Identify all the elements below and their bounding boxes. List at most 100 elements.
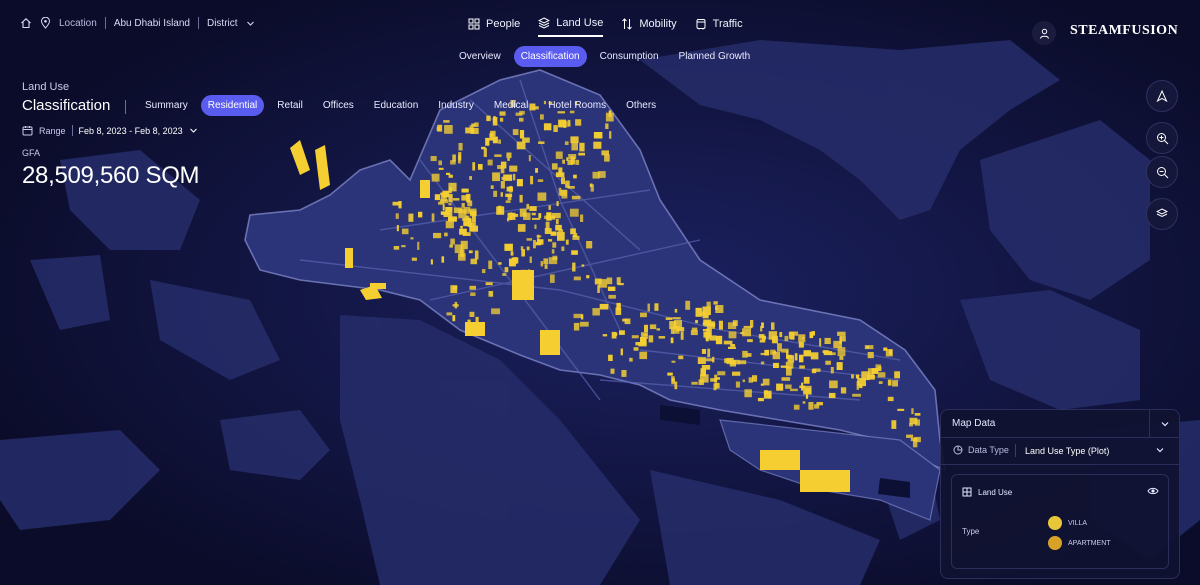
plot [474, 250, 479, 260]
home-icon[interactable] [20, 17, 32, 29]
nav-traffic[interactable]: Traffic [695, 17, 743, 37]
plot [573, 276, 581, 281]
nav-mobility[interactable]: Mobility [621, 17, 677, 37]
plot [488, 260, 493, 269]
plot [469, 285, 476, 290]
plot [730, 344, 736, 347]
chevron-down-icon[interactable] [246, 19, 255, 28]
plot [551, 249, 555, 254]
plot [760, 361, 765, 365]
chevron-down-icon[interactable] [1155, 445, 1165, 455]
plot [529, 256, 532, 263]
plot [401, 245, 406, 248]
plot [599, 303, 609, 310]
plot [798, 334, 806, 343]
tab-medical[interactable]: Medical [487, 95, 535, 116]
plot [452, 154, 456, 162]
zoom-in-icon [1156, 132, 1169, 145]
plot [810, 352, 819, 360]
chevron-down-icon[interactable] [189, 126, 198, 135]
plot [558, 229, 564, 233]
plot [670, 337, 674, 344]
tab-others[interactable]: Others [619, 95, 663, 116]
plot [552, 255, 558, 261]
plot [852, 393, 861, 397]
plot [730, 359, 740, 365]
user-button[interactable] [1032, 21, 1056, 45]
plot [465, 127, 474, 134]
plot [564, 141, 569, 145]
plot [567, 186, 575, 189]
plot [877, 372, 886, 378]
plot [438, 160, 442, 166]
plot [867, 374, 875, 380]
plot [581, 314, 584, 320]
plot [773, 350, 777, 354]
plot [777, 343, 782, 352]
tab-hotel-rooms[interactable]: Hotel Rooms [541, 95, 613, 116]
tab-retail[interactable]: Retail [270, 95, 310, 116]
tab-consumption[interactable]: Consumption [593, 46, 666, 67]
legend-item-apartment[interactable]: APARTMENT [1048, 536, 1111, 550]
plot [609, 131, 612, 139]
plot [840, 387, 847, 394]
plot [678, 355, 684, 360]
plot [781, 377, 791, 381]
district-selector[interactable]: District [207, 18, 238, 29]
plot [493, 116, 496, 124]
plot [654, 303, 659, 311]
island-selector[interactable]: Abu Dhabi Island [114, 18, 190, 29]
plot [410, 237, 414, 240]
tab-residential[interactable]: Residential [200, 95, 265, 116]
plot [441, 256, 445, 263]
map-layers-button[interactable] [1146, 198, 1178, 230]
plot [824, 337, 831, 344]
plot [462, 232, 471, 236]
tab-classification[interactable]: Classification [513, 46, 587, 67]
tab-industry[interactable]: Industry [431, 95, 481, 116]
plot [487, 159, 493, 166]
breadcrumb: Location Abu Dhabi Island District [20, 17, 255, 29]
compass-button[interactable] [1146, 80, 1178, 112]
top-bar: Location Abu Dhabi Island District Peopl… [0, 0, 1200, 67]
plot [887, 396, 894, 402]
tab-education[interactable]: Education [367, 95, 425, 116]
plot [819, 338, 822, 347]
tab-offices[interactable]: Offices [316, 95, 361, 116]
legend-item-villa[interactable]: VILLA [1048, 516, 1087, 530]
map-data-header[interactable]: Map Data [941, 410, 1179, 438]
brand-logo[interactable]: STEAMFUSION [1070, 23, 1178, 39]
plot [483, 148, 487, 157]
plot [460, 225, 463, 229]
collapse-button[interactable] [1149, 410, 1180, 437]
nav-people-label: People [486, 18, 521, 30]
plot [604, 154, 610, 162]
zoom-in-button[interactable] [1146, 122, 1178, 154]
eye-icon[interactable] [1147, 486, 1159, 496]
plot [433, 232, 442, 239]
plot [486, 115, 491, 122]
plot [671, 360, 676, 363]
plot [430, 259, 433, 265]
zoom-out-button[interactable] [1146, 156, 1178, 188]
plot [506, 218, 510, 222]
plot [742, 328, 751, 337]
tab-summary[interactable]: Summary [138, 95, 195, 116]
plot [461, 188, 469, 193]
plot [624, 318, 631, 325]
tab-planned-growth[interactable]: Planned Growth [672, 46, 758, 67]
plot [608, 354, 613, 361]
plot [538, 213, 542, 218]
tab-overview[interactable]: Overview [452, 46, 508, 67]
plot [443, 212, 453, 218]
nav-people[interactable]: People [468, 17, 520, 37]
nav-land-use[interactable]: Land Use [538, 17, 604, 37]
plot [395, 213, 399, 219]
data-type-select[interactable]: Data Type Land Use Type (Plot) [941, 438, 1179, 465]
plot [550, 274, 555, 283]
plot [830, 367, 834, 374]
plot [685, 300, 691, 310]
plot [592, 171, 600, 179]
date-range[interactable]: Range Feb 8, 2023 - Feb 8, 2023 [22, 125, 198, 136]
plot [647, 303, 650, 312]
